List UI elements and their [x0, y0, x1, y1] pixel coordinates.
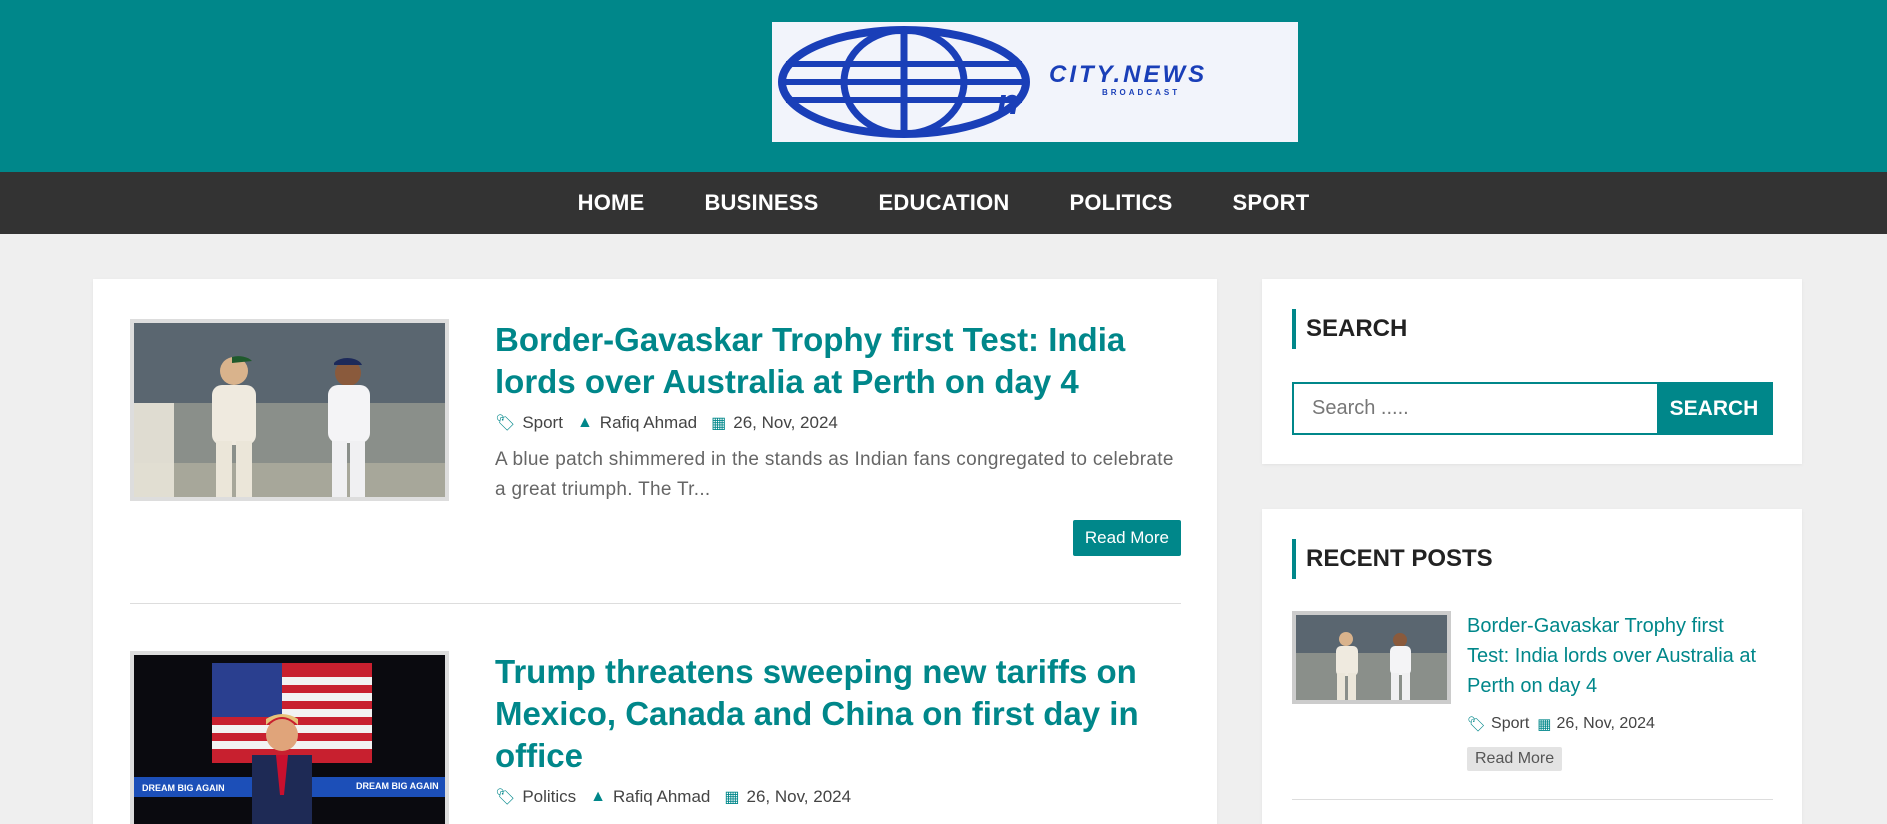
nav-sport[interactable]: SPORT [1233, 190, 1310, 216]
globe-logo-icon: n CITY.NEWS BROADCAST [778, 26, 1207, 138]
tag-icon: 🏷︎ [495, 789, 516, 806]
post-date: ▦ 26, Nov, 2024 [724, 787, 852, 806]
search-form: SEARCH [1292, 382, 1773, 435]
recent-post-date: ▦ 26, Nov, 2024 [1537, 715, 1655, 733]
nav-education[interactable]: EDUCATION [879, 190, 1010, 216]
svg-text:DREAM BIG AGAIN: DREAM BIG AGAIN [142, 783, 225, 793]
post-meta: 🏷︎ Politics ▲ Rafiq Ahmad ▦ 26, Nov, 2024 [495, 787, 1181, 807]
svg-text:BROADCAST: BROADCAST [1102, 88, 1180, 97]
post-meta: 🏷︎ Sport ▲ Rafiq Ahmad ▦ 26, Nov, 2024 [495, 413, 1181, 433]
recent-posts-widget: RECENT POSTS Border-Gavaskar Trophy firs… [1262, 509, 1802, 824]
post-divider [130, 603, 1181, 604]
flag-photo-icon: DREAM BIG AGAIN DREAM BIG AGAIN [134, 655, 445, 824]
nav-home[interactable]: HOME [578, 190, 645, 216]
svg-text:CITY.NEWS: CITY.NEWS [1049, 61, 1207, 88]
post-author[interactable]: ▲ Rafiq Ahmad [577, 413, 697, 433]
recent-post-thumbnail[interactable] [1292, 611, 1451, 704]
nav-business[interactable]: BUSINESS [704, 190, 818, 216]
recent-post-divider [1292, 799, 1773, 800]
post-body: Trump threatens sweeping new tariffs on … [495, 651, 1181, 807]
tag-icon: 🏷︎ [1467, 716, 1487, 733]
calendar-icon: ▦ [724, 789, 740, 806]
search-button[interactable]: SEARCH [1657, 384, 1771, 433]
read-more-button[interactable]: Read More [1072, 520, 1181, 556]
user-icon: ▲ [590, 788, 607, 805]
site-header: n CITY.NEWS BROADCAST [0, 0, 1887, 172]
user-icon: ▲ [576, 414, 593, 431]
post-author[interactable]: ▲ Rafiq Ahmad [590, 787, 710, 807]
cricket-photo-icon [1296, 615, 1447, 700]
svg-text:n: n [997, 81, 1019, 122]
post-date: ▦ 26, Nov, 2024 [711, 413, 838, 432]
recent-post-category[interactable]: 🏷︎ Sport [1467, 715, 1529, 733]
post-title[interactable]: Border-Gavaskar Trophy first Test: India… [495, 319, 1181, 403]
recent-post-meta: 🏷︎ Sport ▦ 26, Nov, 2024 [1467, 715, 1767, 733]
post-thumbnail[interactable]: DREAM BIG AGAIN DREAM BIG AGAIN [130, 651, 449, 824]
post-body: Border-Gavaskar Trophy first Test: India… [495, 319, 1181, 565]
cricket-photo-icon [134, 323, 445, 497]
nav-politics[interactable]: POLITICS [1069, 190, 1172, 216]
search-widget-title: SEARCH [1292, 309, 1407, 349]
main-nav: HOME BUSINESS EDUCATION POLITICS SPORT [0, 172, 1887, 234]
tag-icon: 🏷︎ [495, 415, 516, 432]
calendar-icon: ▦ [1537, 716, 1552, 733]
post-list: Border-Gavaskar Trophy first Test: India… [93, 279, 1217, 824]
recent-post-title[interactable]: Border-Gavaskar Trophy first Test: India… [1467, 611, 1767, 701]
search-widget: SEARCH SEARCH [1262, 279, 1802, 464]
search-input[interactable] [1294, 384, 1657, 433]
recent-read-more-button[interactable]: Read More [1467, 747, 1563, 771]
svg-text:DREAM BIG AGAIN: DREAM BIG AGAIN [356, 781, 439, 791]
post-excerpt: A blue patch shimmered in the stands as … [495, 449, 1174, 500]
recent-post-item: Border-Gavaskar Trophy first Test: India… [1467, 611, 1767, 771]
calendar-icon: ▦ [711, 415, 727, 432]
post-category[interactable]: 🏷︎ Sport [495, 413, 563, 433]
recent-posts-title: RECENT POSTS [1292, 539, 1493, 579]
post-title[interactable]: Trump threatens sweeping new tariffs on … [495, 651, 1181, 777]
site-logo[interactable]: n CITY.NEWS BROADCAST [772, 22, 1298, 142]
post-thumbnail[interactable] [130, 319, 449, 501]
post-category[interactable]: 🏷︎ Politics [495, 787, 576, 807]
